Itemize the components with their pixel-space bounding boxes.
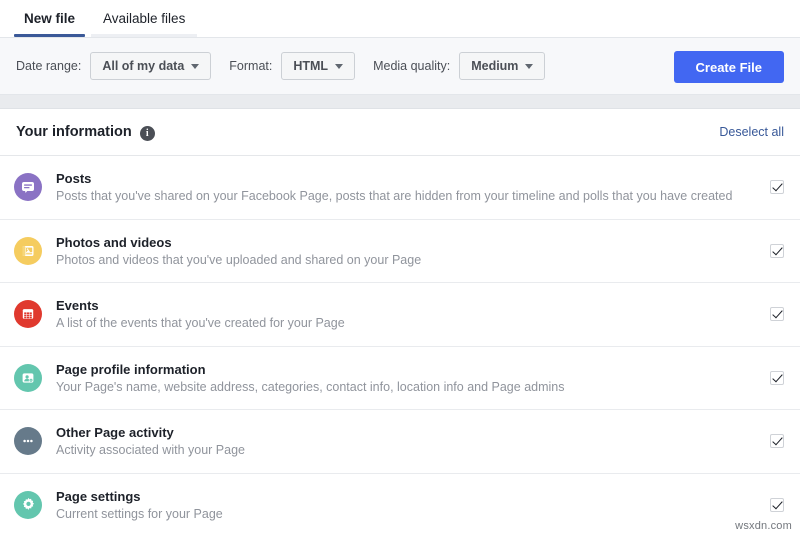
profile-info-icon xyxy=(14,364,42,392)
list-item-title: Page settings xyxy=(56,488,758,505)
list-item-description: Photos and videos that you've uploaded a… xyxy=(56,252,758,268)
list-item[interactable]: Page settings Current settings for your … xyxy=(0,474,800,535)
list-item[interactable]: Page profile information Your Page's nam… xyxy=(0,347,800,411)
tab-new-file[interactable]: New file xyxy=(10,11,89,37)
media-quality-dropdown[interactable]: Medium xyxy=(459,52,545,80)
list-item-description: Activity associated with your Page xyxy=(56,442,758,458)
create-file-button[interactable]: Create File xyxy=(674,51,784,83)
tab-available-files-label: Available files xyxy=(103,11,185,26)
watermark: wsxdn.com xyxy=(735,520,792,532)
format-value: HTML xyxy=(293,59,328,73)
checkbox-page-profile-information[interactable] xyxy=(770,371,784,385)
events-calendar-icon xyxy=(14,300,42,328)
section-divider-band xyxy=(0,95,800,109)
info-icon[interactable]: i xyxy=(140,126,155,141)
facebook-download-your-information-page: New file Available files Date range: All… xyxy=(0,0,800,535)
list-item-description: Your Page's name, website address, categ… xyxy=(56,379,758,395)
photos-videos-icon xyxy=(14,237,42,265)
list-item[interactable]: Posts Posts that you've shared on your F… xyxy=(0,156,800,220)
list-item[interactable]: Photos and videos Photos and videos that… xyxy=(0,220,800,284)
list-item-text: Photos and videos Photos and videos that… xyxy=(56,234,758,268)
list-item-text: Page profile information Your Page's nam… xyxy=(56,361,758,395)
media-quality-value: Medium xyxy=(471,59,518,73)
gear-icon xyxy=(14,491,42,519)
checkbox-events[interactable] xyxy=(770,307,784,321)
list-item-text: Events A list of the events that you've … xyxy=(56,297,758,331)
your-information-header: Your information i Deselect all xyxy=(0,109,800,156)
list-item-title: Page profile information xyxy=(56,361,758,378)
list-item-title: Events xyxy=(56,297,758,314)
tab-bar: New file Available files xyxy=(0,0,800,38)
chevron-down-icon xyxy=(525,64,533,69)
list-item[interactable]: Other Page activity Activity associated … xyxy=(0,410,800,474)
date-range-value: All of my data xyxy=(102,59,184,73)
list-item-title: Photos and videos xyxy=(56,234,758,251)
information-category-list: Posts Posts that you've shared on your F… xyxy=(0,156,800,535)
posts-icon xyxy=(14,173,42,201)
date-range-dropdown[interactable]: All of my data xyxy=(90,52,211,80)
date-range-label: Date range: xyxy=(16,59,81,73)
chevron-down-icon xyxy=(191,64,199,69)
checkbox-other-page-activity[interactable] xyxy=(770,434,784,448)
page-title: Your information xyxy=(16,124,132,140)
tab-available-files[interactable]: Available files xyxy=(89,11,199,37)
chevron-down-icon xyxy=(335,64,343,69)
checkbox-posts[interactable] xyxy=(770,180,784,194)
format-dropdown[interactable]: HTML xyxy=(281,52,355,80)
deselect-all-link[interactable]: Deselect all xyxy=(719,125,784,139)
tab-new-file-label: New file xyxy=(24,11,75,26)
list-item-title: Posts xyxy=(56,170,758,187)
checkbox-page-settings[interactable] xyxy=(770,498,784,512)
list-item[interactable]: Events A list of the events that you've … xyxy=(0,283,800,347)
filter-toolbar: Date range: All of my data Format: HTML … xyxy=(0,38,800,95)
format-label: Format: xyxy=(229,59,272,73)
list-item-description: Posts that you've shared on your Faceboo… xyxy=(56,188,758,204)
list-item-text: Page settings Current settings for your … xyxy=(56,488,758,522)
checkbox-photos-and-videos[interactable] xyxy=(770,244,784,258)
list-item-description: Current settings for your Page xyxy=(56,506,758,522)
list-item-title: Other Page activity xyxy=(56,424,758,441)
list-item-text: Posts Posts that you've shared on your F… xyxy=(56,170,758,204)
list-item-description: A list of the events that you've created… xyxy=(56,315,758,331)
media-quality-label: Media quality: xyxy=(373,59,450,73)
list-item-text: Other Page activity Activity associated … xyxy=(56,424,758,458)
ellipsis-icon xyxy=(14,427,42,455)
